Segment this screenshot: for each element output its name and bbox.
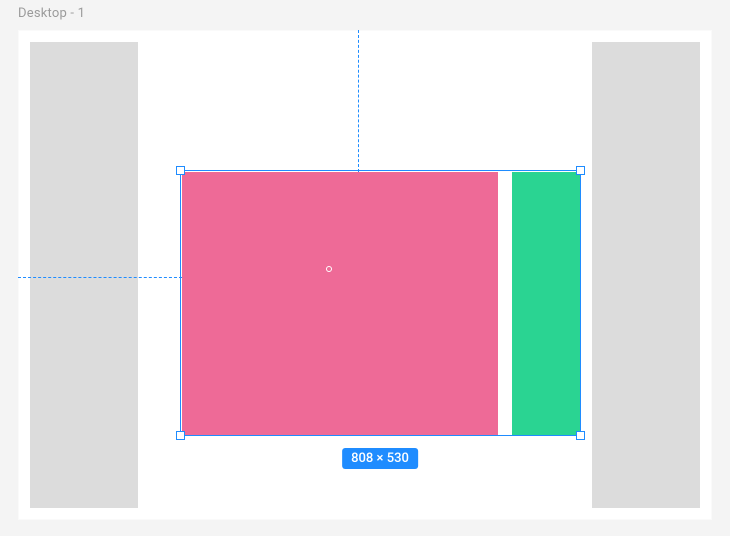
resize-handle-top-right[interactable] xyxy=(576,166,585,175)
green-rectangle[interactable] xyxy=(512,172,580,435)
sidebar-shape-right[interactable] xyxy=(592,42,700,508)
sidebar-shape-left[interactable] xyxy=(30,42,138,508)
selection-size-badge: 808 × 530 xyxy=(342,448,418,469)
resize-handle-bottom-right[interactable] xyxy=(576,431,585,440)
pink-rectangle[interactable] xyxy=(182,172,498,435)
frame-label[interactable]: Desktop - 1 xyxy=(18,6,85,21)
resize-handle-top-left[interactable] xyxy=(176,166,185,175)
resize-handle-bottom-left[interactable] xyxy=(176,431,185,440)
alignment-guide-vertical xyxy=(358,30,359,172)
selected-layer-group[interactable] xyxy=(182,172,580,435)
